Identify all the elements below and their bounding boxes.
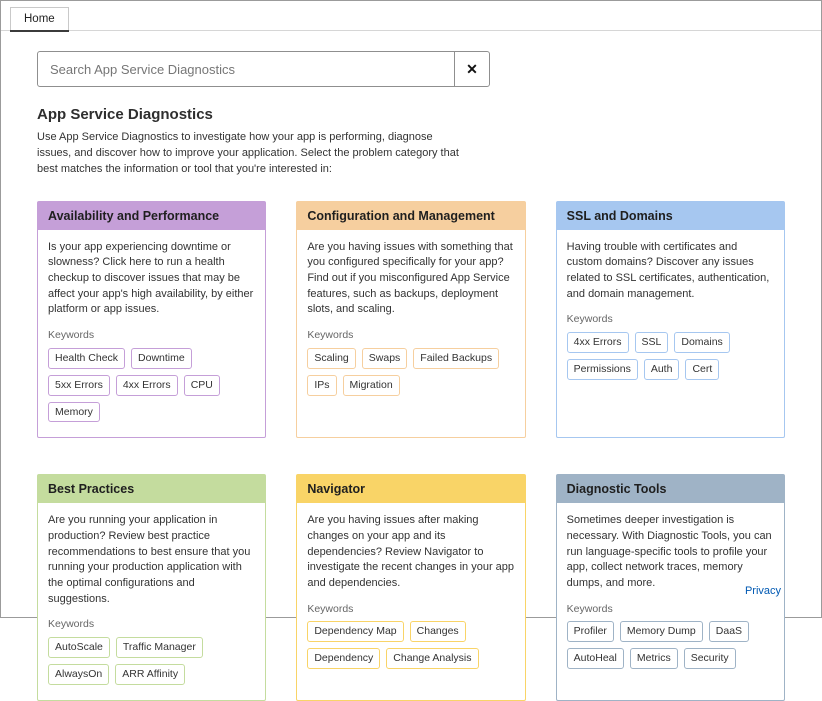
keyword-chip[interactable]: Auth — [644, 359, 680, 380]
keyword-chip[interactable]: 4xx Errors — [116, 375, 178, 396]
category-title: Navigator — [297, 475, 524, 503]
category-card-navigator[interactable]: Navigator Are you having issues after ma… — [296, 474, 525, 700]
search-input[interactable] — [37, 51, 455, 87]
category-description: Are you having issues with something tha… — [307, 240, 514, 318]
keyword-chip[interactable]: Swaps — [362, 348, 408, 369]
keyword-list: Dependency Map Changes Dependency Change An… — [307, 618, 514, 672]
category-title: Configuration and Management — [297, 202, 524, 230]
keywords-label: Keywords — [307, 328, 514, 343]
keyword-chip[interactable]: SSL — [635, 332, 669, 353]
category-title: Availability and Performance — [38, 202, 265, 230]
keyword-chip[interactable]: Security — [684, 648, 736, 669]
keyword-chip[interactable]: Dependency — [307, 648, 380, 669]
keyword-chip[interactable]: Failed Backups — [413, 348, 499, 369]
keyword-chip[interactable]: CPU — [184, 375, 220, 396]
keyword-chip[interactable]: DaaS — [709, 621, 749, 642]
keyword-chip[interactable]: Dependency Map — [307, 621, 403, 642]
keyword-chip[interactable]: Memory Dump — [620, 621, 703, 642]
category-body: Are you having issues with something tha… — [297, 230, 524, 411]
keyword-chip[interactable]: Domains — [674, 332, 729, 353]
keyword-chip[interactable]: 4xx Errors — [567, 332, 629, 353]
clear-search-button[interactable]: ✕ — [454, 51, 490, 87]
category-title: Diagnostic Tools — [557, 475, 784, 503]
keyword-chip[interactable]: Permissions — [567, 359, 638, 380]
tab-bar: Home — [1, 1, 821, 31]
category-title: SSL and Domains — [557, 202, 784, 230]
category-card-ssl-and-domains[interactable]: SSL and Domains Having trouble with cert… — [556, 201, 785, 439]
keyword-list: 4xx Errors SSLDomains Permissions AuthCert — [567, 329, 774, 383]
category-description: Sometimes deeper investigation is necess… — [567, 513, 774, 591]
main-content: ✕ App Service Diagnostics Use App Servic… — [1, 51, 821, 701]
category-grid: Availability and Performance Is your app… — [37, 201, 785, 701]
keyword-list: Scaling SwapsFailed Backups IPs Migration — [307, 345, 514, 399]
keyword-chip[interactable]: Traffic Manager — [116, 637, 203, 658]
keyword-list: AutoScale Traffic Manager AlwaysOn ARR Affi… — [48, 634, 255, 688]
keywords-label: Keywords — [567, 312, 774, 327]
category-card-configuration-and-management[interactable]: Configuration and Management Are you hav… — [296, 201, 525, 439]
category-description: Are you having issues after making chang… — [307, 513, 514, 591]
category-description: Having trouble with certificates and cus… — [567, 240, 774, 302]
keyword-chip[interactable]: 5xx Errors — [48, 375, 110, 396]
keyword-chip[interactable]: Cert — [685, 359, 719, 380]
keyword-chip[interactable]: ARR Affinity — [115, 664, 185, 685]
page-title: App Service Diagnostics — [37, 106, 785, 123]
keyword-list: Profiler Memory Dump DaaS AutoHeal Metrics Se… — [567, 618, 774, 672]
keyword-chip[interactable]: AutoScale — [48, 637, 110, 658]
keyword-chip[interactable]: Health Check — [48, 348, 125, 369]
keyword-chip[interactable]: IPs — [307, 375, 336, 396]
keyword-chip[interactable]: Migration — [343, 375, 400, 396]
keyword-chip[interactable]: Scaling — [307, 348, 355, 369]
keyword-chip[interactable]: Change Analysis — [386, 648, 478, 669]
keyword-chip[interactable]: Memory — [48, 402, 100, 423]
category-card-best-practices[interactable]: Best Practices Are you running your appl… — [37, 474, 266, 700]
category-description: Is your app experiencing downtime or slo… — [48, 240, 255, 318]
keyword-chip[interactable]: Changes — [410, 621, 466, 642]
close-icon: ✕ — [466, 61, 478, 77]
keywords-label: Keywords — [567, 602, 774, 617]
keyword-chip[interactable]: AlwaysOn — [48, 664, 109, 685]
category-body: Having trouble with certificates and cus… — [557, 230, 784, 395]
tab-home[interactable]: Home — [10, 7, 69, 31]
category-body: Are you having issues after making chang… — [297, 503, 524, 684]
search-bar: ✕ — [37, 51, 490, 87]
category-card-availability-and-performance[interactable]: Availability and Performance Is your app… — [37, 201, 266, 439]
keyword-chip[interactable]: AutoHeal — [567, 648, 624, 669]
keyword-chip[interactable]: Downtime — [131, 348, 192, 369]
category-body: Is your app experiencing downtime or slo… — [38, 230, 265, 438]
page-intro: Use App Service Diagnostics to investiga… — [37, 130, 469, 178]
category-body: Are you running your application in prod… — [38, 503, 265, 699]
category-title: Best Practices — [38, 475, 265, 503]
category-description: Are you running your application in prod… — [48, 513, 255, 607]
keyword-chip[interactable]: Profiler — [567, 621, 614, 642]
keywords-label: Keywords — [48, 617, 255, 632]
keyword-chip[interactable]: Metrics — [630, 648, 678, 669]
privacy-link[interactable]: Privacy — [745, 585, 781, 597]
keywords-label: Keywords — [48, 328, 255, 343]
keyword-list: Health Check Downtime 5xx Errors 4xx Errors… — [48, 345, 255, 426]
keywords-label: Keywords — [307, 602, 514, 617]
